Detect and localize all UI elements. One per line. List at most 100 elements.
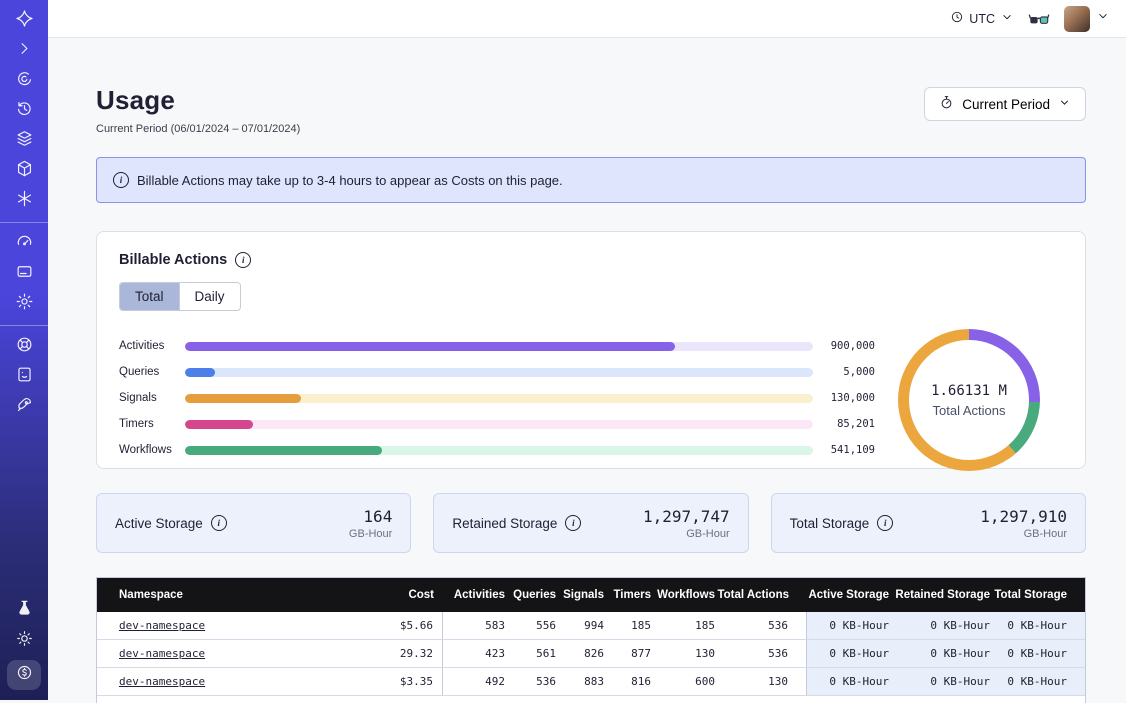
sidebar-item-billing[interactable] [0, 263, 48, 285]
sidebar-item-theme[interactable] [0, 630, 48, 652]
chevron-down-icon [1000, 10, 1014, 27]
total-actions-cell: 536 [715, 640, 807, 667]
billable-actions-title: Billable Actions [119, 252, 227, 268]
sidebar-item-deployments[interactable] [0, 130, 48, 152]
signals-cell: 994 [556, 619, 604, 632]
main-content: Usage Current Period (06/01/2024 – 07/01… [48, 37, 1126, 700]
activities-cell: 492 [443, 675, 505, 688]
spiral-icon [15, 69, 34, 93]
namespace-link[interactable]: dev-namespace [119, 619, 205, 632]
col-header-retained-storage: Retained Storage [889, 589, 990, 601]
info-icon: i [113, 172, 129, 188]
sidebar-item-schedules[interactable] [0, 100, 48, 122]
signals-cell: 883 [556, 675, 604, 688]
total-storage-cell: 0 KB-Hour [990, 668, 1085, 695]
namespace-usage-table: Namespace Cost Activities Queries Signal… [96, 577, 1086, 703]
col-header-workflows: Workflows [651, 589, 715, 601]
temporal-logo-icon [15, 9, 34, 33]
bar-row-queries: Queries 5,000 [119, 359, 875, 385]
active-storage-cell: 0 KB-Hour [807, 640, 889, 667]
donut-center-label: Total Actions [933, 403, 1006, 418]
sidebar-item-settings[interactable] [0, 293, 48, 315]
retained-storage-card: Retained Storage i 1,297,747 GB-Hour [433, 493, 748, 553]
storage-card-value: 164 [349, 507, 392, 526]
rocket-icon [15, 395, 34, 419]
info-icon[interactable]: i [565, 515, 581, 531]
bar-fill [185, 420, 253, 429]
bar-label: Timers [119, 418, 185, 430]
chevron-down-icon [1096, 9, 1110, 28]
col-header-total-actions: Total Actions [715, 589, 807, 601]
active-storage-cell: 0 KB-Hour [807, 668, 889, 695]
active-storage-cell: 0 KB-Hour [807, 612, 889, 639]
queries-cell: 536 [505, 675, 556, 688]
glasses-icon[interactable] [1028, 11, 1050, 27]
bar-label: Activities [119, 340, 185, 352]
table-header-row: Namespace Cost Activities Queries Signal… [97, 578, 1085, 612]
cube-icon [15, 159, 34, 183]
sidebar-item-usage-active[interactable] [7, 660, 41, 690]
col-header-total-storage: Total Storage [990, 589, 1085, 601]
storage-card-unit: GB-Hour [349, 528, 392, 540]
sidebar-item-metrics[interactable] [0, 233, 48, 255]
bar-label: Signals [119, 392, 185, 404]
info-icon[interactable]: i [235, 252, 251, 268]
workflows-cell: 185 [651, 619, 715, 632]
sidebar-item-support[interactable] [0, 336, 48, 358]
bar-fill [185, 446, 382, 455]
col-header-active-storage: Active Storage [807, 589, 889, 601]
bar-value: 541,109 [813, 444, 875, 456]
sidebar-item-home[interactable] [0, 10, 48, 32]
user-menu[interactable] [1064, 6, 1110, 32]
period-dropdown-label: Current Period [962, 97, 1050, 112]
retained-storage-cell: 0 KB-Hour [889, 640, 990, 667]
book-icon [15, 365, 34, 389]
gauge-icon [15, 232, 34, 256]
storage-card-value: 1,297,747 [643, 507, 730, 526]
namespace-link[interactable]: dev-namespace [119, 675, 205, 688]
table-row: dev-namespace $5.66 583 556 994 185 185 … [97, 612, 1085, 640]
info-icon[interactable]: i [877, 515, 893, 531]
bar-value: 85,201 [813, 418, 875, 430]
bar-row-activities: Activities 900,000 [119, 333, 875, 359]
cost-cell: 29.32 [344, 640, 443, 667]
sidebar-item-workflows[interactable] [0, 160, 48, 182]
col-header-activities: Activities [443, 589, 505, 601]
flask-icon [15, 599, 34, 623]
total-actions-cell: 536 [715, 612, 807, 639]
namespace-link[interactable]: dev-namespace [119, 647, 205, 660]
sidebar-item-getting-started[interactable] [0, 396, 48, 418]
tab-total[interactable]: Total [120, 283, 179, 310]
bar-track [185, 446, 813, 455]
period-dropdown-button[interactable]: Current Period [924, 87, 1086, 121]
billable-view-toggle: Total Daily [119, 282, 241, 311]
sidebar-item-docs[interactable] [0, 366, 48, 388]
sidebar-item-expand[interactable] [0, 40, 48, 62]
sidebar-item-namespaces[interactable] [0, 70, 48, 92]
col-header-signals: Signals [556, 589, 604, 601]
billable-bar-chart: Activities 900,000 Queries 5,000 Signals… [119, 333, 875, 471]
bar-row-signals: Signals 130,000 [119, 385, 875, 411]
sidebar-item-labs[interactable] [0, 600, 48, 622]
col-header-cost: Cost [344, 589, 443, 601]
table-row: dev-namespace $3.35 492 536 883 816 600 … [97, 668, 1085, 696]
sun-icon [15, 629, 34, 653]
avatar [1064, 6, 1090, 32]
billable-actions-card: Billable Actions i Total Daily Activitie… [96, 231, 1086, 469]
tab-daily[interactable]: Daily [179, 283, 240, 310]
col-header-queries: Queries [505, 589, 556, 601]
timers-cell: 877 [604, 647, 651, 660]
clock-icon [950, 10, 964, 27]
workflows-cell: 600 [651, 675, 715, 688]
gear-icon [15, 292, 34, 316]
timezone-selector[interactable]: UTC [950, 10, 1014, 27]
cost-cell: $5.66 [344, 612, 443, 639]
bar-fill [185, 394, 301, 403]
page-subtitle: Current Period (06/01/2024 – 07/01/2024) [96, 123, 300, 135]
credit-card-icon [15, 262, 34, 286]
sidebar-item-nexus[interactable] [0, 190, 48, 212]
total-storage-card: Total Storage i 1,297,910 GB-Hour [771, 493, 1086, 553]
table-row: dev-namespace 29.32 423 561 826 877 130 … [97, 640, 1085, 668]
info-icon[interactable]: i [211, 515, 227, 531]
storage-card-unit: GB-Hour [643, 528, 730, 540]
